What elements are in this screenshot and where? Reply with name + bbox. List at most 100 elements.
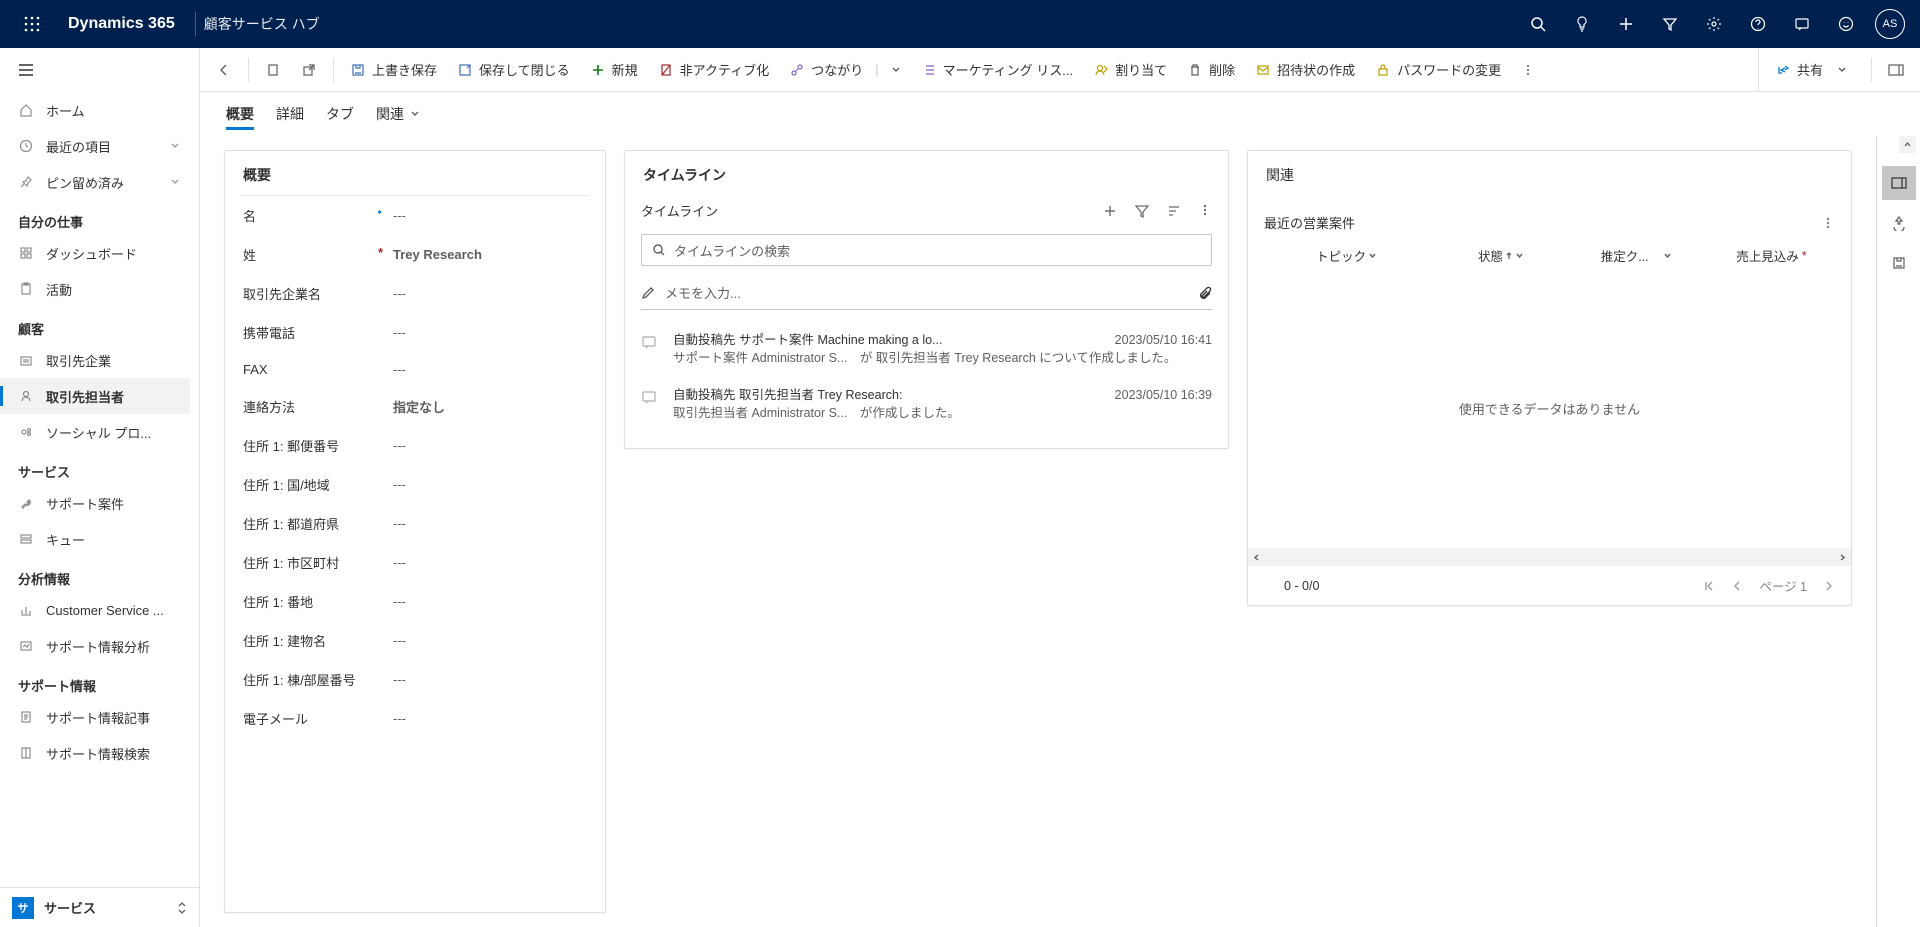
pager-range: 0 - 0/0 [1284,579,1319,593]
change-password-button[interactable]: パスワードの変更 [1367,54,1509,86]
tab-overview[interactable]: 概要 [226,92,254,136]
form-field[interactable]: 電子メール--- [225,699,605,738]
form-field[interactable]: 住所 1: 建物名--- [225,621,605,660]
company-icon [18,352,34,368]
form-field[interactable]: 取引先企業名--- [225,274,605,313]
book-icon [18,745,34,761]
create-invitation-button[interactable]: 招待状の作成 [1247,54,1363,86]
pencil-icon [641,286,655,300]
sidebar-pinned[interactable]: ピン留め済み [0,164,190,200]
form-field[interactable]: 携帯電話--- [225,313,605,352]
assign-button[interactable]: 割り当て [1085,54,1175,86]
timeline-search-input[interactable]: タイムラインの検索 [641,234,1212,266]
user-avatar[interactable]: AS [1868,0,1912,48]
related-empty-message: 使用できるデータはありません [1248,269,1851,548]
lightbulb-icon[interactable] [1560,0,1604,48]
save-pane-button[interactable] [1882,246,1916,280]
sidebar-item[interactable]: サポート情報分析 [0,628,190,664]
popout-icon [301,62,317,78]
attachment-button[interactable] [1198,286,1212,300]
form-field[interactable]: 住所 1: 郵便番号--- [225,426,605,465]
tab-tab[interactable]: タブ [326,92,354,136]
sidebar-item[interactable]: サポート情報記事 [0,699,190,735]
side-pane-button[interactable] [1880,54,1912,86]
timeline-note-input[interactable]: メモを入力... [641,276,1212,310]
overflow-button[interactable] [1513,54,1543,86]
hamburger-icon[interactable] [18,63,34,77]
prev-page-icon[interactable] [1731,580,1743,592]
sidebar-item[interactable]: 取引先企業 [0,342,190,378]
area-switcher[interactable]: サ サービス [0,887,199,927]
timeline-add-button[interactable] [1102,203,1118,219]
sidebar-recent[interactable]: 最近の項目 [0,128,190,164]
column-header[interactable]: 状態 [1437,246,1564,265]
chevron-updown-icon [177,901,187,915]
brand-label[interactable]: Dynamics 365 [56,15,187,33]
save-button[interactable]: 上書き保存 [342,54,445,86]
sidebar-item[interactable]: サポート情報検索 [0,735,190,771]
timeline-sort-button[interactable] [1166,203,1182,219]
sidebar-item[interactable]: 活動 [0,271,190,307]
form-field[interactable]: FAX--- [225,352,605,387]
chevron-down-icon [170,141,180,151]
tab-details[interactable]: 詳細 [276,92,304,136]
related-pane-button[interactable] [1882,166,1916,200]
first-page-icon[interactable] [1703,580,1715,592]
delete-button[interactable]: 削除 [1179,54,1243,86]
trash-icon [1187,62,1203,78]
search-icon[interactable] [1516,0,1560,48]
column-header[interactable]: 推定ク... [1573,246,1700,265]
form-field[interactable]: 姓*Trey Research [225,235,605,274]
sidebar-item[interactable]: 取引先担当者 [0,378,190,414]
messenger-icon[interactable] [1780,0,1824,48]
column-header[interactable]: 売上見込み* [1708,246,1835,265]
form-field[interactable]: 連絡方法指定なし [225,387,605,426]
list-icon [921,62,937,78]
column-header[interactable]: トピック [1264,246,1429,265]
share-icon [1775,62,1791,78]
connect-button[interactable]: つながり| [781,54,908,86]
horizontal-scrollbar[interactable] [1248,548,1851,566]
form-field[interactable]: 住所 1: 都道府県--- [225,504,605,543]
share-button[interactable]: 共有 [1767,54,1855,86]
assistant-pane-button[interactable] [1882,206,1916,240]
form-field[interactable]: 住所 1: 市区町村--- [225,543,605,582]
popout-button[interactable] [293,54,325,86]
timeline-filter-button[interactable] [1134,203,1150,219]
new-button[interactable]: 新規 [582,54,646,86]
sidebar-item[interactable]: サポート案件 [0,485,190,521]
assign-icon [1093,62,1109,78]
save-close-button[interactable]: 保存して閉じる [449,54,578,86]
sidebar-item[interactable]: ダッシュボード [0,235,190,271]
tab-related[interactable]: 関連 [376,92,420,136]
sidebar-item[interactable]: キュー [0,521,190,557]
timeline-entry[interactable]: 自動投稿先 サポート案件 Machine making a lo...2023/… [625,324,1228,379]
chevron-down-icon [891,65,901,75]
form-field[interactable]: 住所 1: 番地--- [225,582,605,621]
main-area: 上書き保存 保存して閉じる 新規 非アクティブ化 つながり| マーケティング リ… [200,48,1920,927]
filter-icon[interactable] [1648,0,1692,48]
sidebar-item[interactable]: Customer Service ... [0,592,190,628]
deactivate-button[interactable]: 非アクティブ化 [650,54,778,86]
timeline-entry[interactable]: 自動投稿先 取引先担当者 Trey Research:2023/05/10 16… [625,379,1228,434]
record-set-button[interactable] [257,54,289,86]
back-button[interactable] [208,54,240,86]
marketing-list-button[interactable]: マーケティング リス... [913,54,1081,86]
help-icon[interactable] [1736,0,1780,48]
next-page-icon[interactable] [1823,580,1835,592]
add-icon[interactable] [1604,0,1648,48]
sidebar-home[interactable]: ホーム [0,92,190,128]
related-more-button[interactable] [1821,216,1835,230]
gear-icon[interactable] [1692,0,1736,48]
timeline-more-button[interactable] [1198,203,1212,219]
app-launcher-icon[interactable] [8,0,56,48]
field-label: 住所 1: 郵便番号 [243,436,393,455]
form-field[interactable]: 名✦--- [225,196,605,235]
scroll-up-button[interactable] [1899,136,1916,153]
smiley-icon[interactable] [1824,0,1868,48]
sidebar-label: ピン留め済み [46,173,124,192]
form-field[interactable]: 住所 1: 棟/部屋番号--- [225,660,605,699]
field-label: 名✦ [243,206,393,225]
sidebar-item[interactable]: ソーシャル プロ... [0,414,190,450]
form-field[interactable]: 住所 1: 国/地域--- [225,465,605,504]
